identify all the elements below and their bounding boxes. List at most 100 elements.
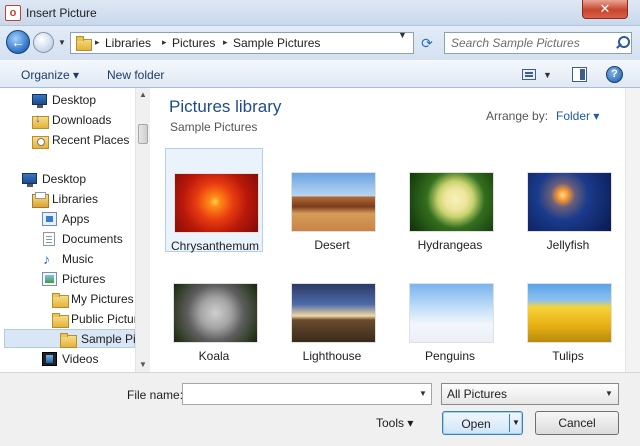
documents-icon: [43, 232, 55, 246]
file-name-input[interactable]: [183, 384, 415, 404]
cancel-button[interactable]: Cancel: [535, 411, 619, 435]
preview-pane-icon[interactable]: [572, 67, 587, 82]
thumbnail-lighthouse[interactable]: Lighthouse: [283, 259, 381, 363]
nav-item-pictures[interactable]: Pictures: [40, 270, 134, 289]
nav-item-label: Pictures: [62, 272, 106, 286]
thumbnail-chrysanthemum[interactable]: Chrysanthemum: [165, 148, 263, 253]
nav-item-public-pictures[interactable]: Public Pictur: [50, 310, 138, 329]
downloads-folder-icon: [32, 111, 49, 129]
history-dropdown-icon[interactable]: ▼: [58, 38, 66, 47]
nav-item-downloads[interactable]: Downloads: [30, 111, 134, 130]
file-type-select[interactable]: All Pictures ▼: [441, 383, 619, 405]
nav-item-label: Desktop: [42, 172, 87, 186]
arrange-by-dropdown[interactable]: Folder ▾: [556, 109, 599, 123]
thumbnail-label: Hydrangeas: [417, 238, 483, 252]
videos-icon: [42, 352, 57, 366]
nav-item-label: Public Pictur: [71, 312, 138, 326]
open-options-dropdown-icon[interactable]: ▼: [512, 418, 520, 427]
address-dropdown-icon[interactable]: ▼: [398, 30, 407, 40]
file-type-value: All Pictures: [447, 387, 508, 401]
thumbnail-label: Tulips: [552, 349, 584, 363]
nav-item-documents[interactable]: Documents: [40, 230, 134, 249]
thumbnail-image: [174, 173, 259, 233]
help-icon[interactable]: ?: [606, 66, 623, 83]
nav-item-recent-places[interactable]: Recent Places: [30, 131, 134, 150]
thumbnail-label: Desert: [314, 238, 350, 252]
close-button[interactable]: ✕: [582, 0, 628, 19]
scrollbar-thumb[interactable]: [138, 124, 148, 144]
thumbnail-image: [527, 283, 612, 343]
breadcrumb-libraries[interactable]: Libraries: [105, 36, 151, 50]
thumbnail-image: [291, 172, 376, 232]
nav-item-desktop[interactable]: Desktop: [20, 170, 134, 189]
breadcrumb-sample-pictures[interactable]: Sample Pictures: [233, 36, 320, 50]
thumbnail-desert[interactable]: Desert: [283, 148, 381, 252]
address-bar[interactable]: ▸ Libraries ▸ Pictures ▸ Sample Pictures: [70, 32, 414, 54]
app-icon: o: [5, 5, 21, 21]
insert-picture-dialog: o Insert Picture ✕ ← ▼ ▸ Libraries ▸ Pic…: [0, 0, 640, 446]
nav-item-sample-pictures[interactable]: Sample Pic: [4, 329, 142, 348]
thumbnail-label: Lighthouse: [302, 349, 362, 363]
breadcrumb-separator-icon[interactable]: ▸: [95, 37, 100, 48]
nav-item-label: Documents: [62, 232, 123, 246]
thumbnail-tulips[interactable]: Tulips: [519, 259, 617, 363]
view-options-dropdown-icon[interactable]: ▼: [543, 70, 552, 80]
recent-places-icon: [32, 133, 49, 149]
change-view-icon[interactable]: [522, 69, 536, 80]
nav-item-apps[interactable]: Apps: [40, 210, 134, 229]
music-note-icon: ♪: [43, 251, 50, 267]
refresh-icon[interactable]: ⟳: [416, 32, 438, 54]
breadcrumb-separator-icon[interactable]: ▸: [162, 37, 167, 48]
nav-pane-scrollbar[interactable]: ▲ ▼: [135, 88, 150, 372]
folder-icon: [52, 312, 69, 328]
organize-button[interactable]: Organize ▾: [21, 68, 79, 82]
nav-item-videos[interactable]: Videos: [40, 350, 134, 369]
folder-icon: [76, 36, 92, 51]
file-list-pane: Pictures library Sample Pictures Arrange…: [150, 88, 640, 372]
tools-button[interactable]: Tools ▾: [376, 416, 413, 430]
dialog-footer: File name: ▼ All Pictures ▼ Tools ▾ Open…: [0, 372, 640, 446]
back-button[interactable]: ←: [6, 30, 30, 54]
title-bar[interactable]: o Insert Picture ✕: [0, 0, 640, 26]
thumbnail-jellyfish[interactable]: Jellyfish: [519, 148, 617, 252]
scroll-up-icon[interactable]: ▲: [136, 90, 150, 99]
desktop-icon: [32, 94, 47, 108]
search-icon[interactable]: [614, 36, 630, 50]
forward-button[interactable]: [33, 32, 54, 53]
nav-item-label: Libraries: [52, 192, 99, 206]
thumbnail-hydrangeas[interactable]: Hydrangeas: [401, 148, 499, 252]
thumbnail-penguins[interactable]: Penguins: [401, 259, 499, 363]
nav-item-label: Downloads: [52, 113, 112, 127]
search-box[interactable]: [444, 32, 632, 54]
library-subtitle: Sample Pictures: [170, 120, 258, 134]
scroll-down-icon[interactable]: ▼: [136, 360, 150, 369]
breadcrumb-separator-icon[interactable]: ▸: [223, 37, 228, 48]
nav-item-label: My Pictures: [71, 292, 134, 306]
thumbnail-label: Jellyfish: [546, 238, 590, 252]
nav-item-my-pictures[interactable]: My Pictures: [50, 290, 134, 309]
new-folder-button[interactable]: New folder: [107, 68, 164, 82]
thumbnail-label: Chrysanthemum: [170, 239, 260, 253]
breadcrumb-pictures[interactable]: Pictures: [172, 36, 215, 50]
file-name-dropdown-icon[interactable]: ▼: [419, 389, 427, 398]
file-list-scrollbar[interactable]: [625, 88, 640, 372]
search-input[interactable]: [445, 33, 605, 53]
thumbnail-image: [409, 172, 494, 232]
libraries-icon: [32, 192, 49, 208]
file-name-combobox[interactable]: ▼: [182, 383, 432, 405]
nav-item-desktop-favorite[interactable]: Desktop: [30, 91, 134, 110]
nav-item-music[interactable]: ♪ Music: [40, 250, 134, 269]
command-toolbar: Organize ▾ New folder ▼ ?: [0, 60, 640, 88]
nav-item-label: Apps: [62, 212, 90, 226]
thumbnail-image: [527, 172, 612, 232]
nav-item-label: Desktop: [52, 93, 97, 107]
thumbnail-image: [173, 283, 258, 343]
open-button[interactable]: Open ▼: [442, 411, 523, 435]
thumbnail-image: [409, 283, 494, 343]
file-type-dropdown-icon[interactable]: ▼: [605, 389, 613, 398]
address-row: ← ▼ ▸ Libraries ▸ Pictures ▸ Sample Pict…: [0, 26, 640, 60]
nav-item-libraries[interactable]: Libraries: [30, 190, 134, 209]
thumbnail-koala[interactable]: Koala: [165, 259, 263, 363]
folder-icon: [52, 292, 69, 308]
desktop-icon: [22, 173, 37, 187]
